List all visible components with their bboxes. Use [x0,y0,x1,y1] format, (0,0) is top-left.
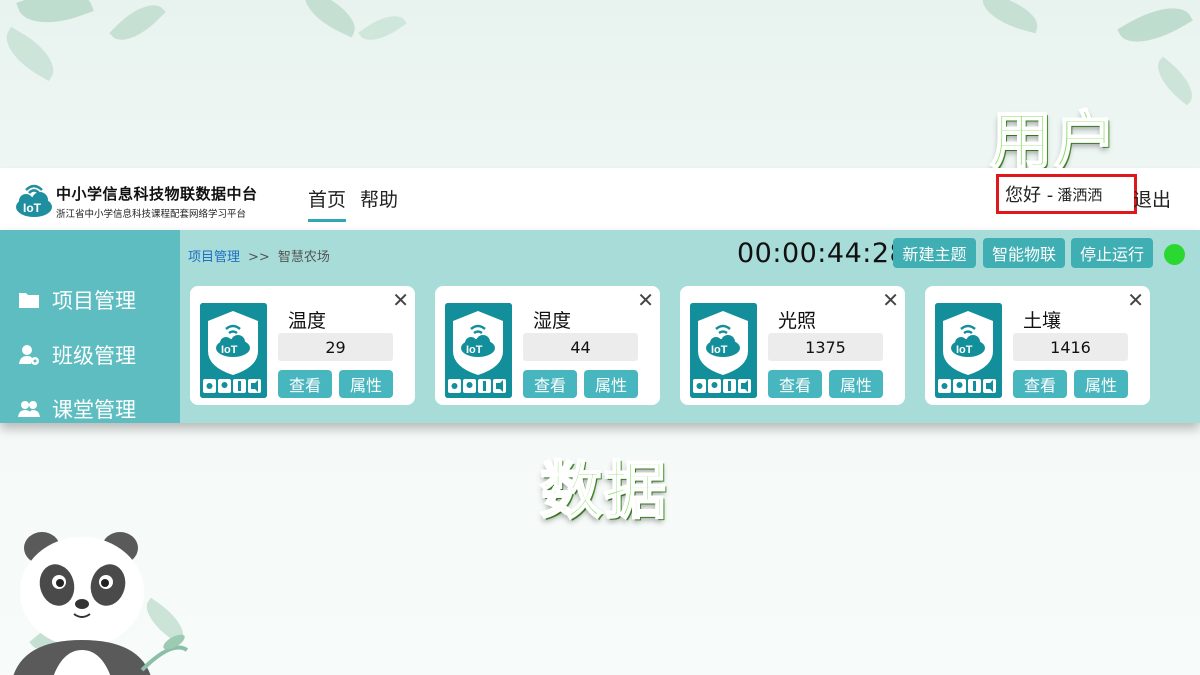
view-button[interactable]: 查看 [1013,370,1067,398]
iot-logo-icon: IoT [16,184,52,217]
leaf-decoration [977,0,1043,34]
sidebar-item-classes[interactable]: 班级管理 [18,340,136,370]
sensor-value: 29 [278,333,393,361]
breadcrumb: 项目管理 >> 智慧农场 [188,246,330,265]
sensor-value: 1416 [1013,333,1128,361]
sensor-name: 湿度 [533,310,572,332]
sensor-value: 44 [523,333,638,361]
logout-link[interactable]: 退出 [1133,185,1171,212]
breadcrumb-separator: >> [248,250,270,265]
users-icon [18,401,40,417]
svg-text:IoT: IoT [711,344,728,356]
stop-running-button[interactable]: 停止运行 [1071,238,1153,268]
leaf-decoration [358,6,407,50]
sensor-name: 温度 [288,310,327,332]
platform-subtitle: 浙江省中小学信息科技课程配套网络学习平台 [56,209,247,220]
run-timer: 00:00:44:28 [737,238,908,269]
svg-text:IoT: IoT [956,344,973,356]
nav-help[interactable]: 帮助 [360,185,398,222]
greeting-text: 您好 - [1005,185,1054,206]
close-icon[interactable]: ✕ [637,288,654,312]
new-topic-button[interactable]: 新建主题 [893,238,976,268]
iot-sensor-icon: IoT [445,303,512,398]
view-button[interactable]: 查看 [523,370,577,398]
sidebar-item-label: 项目管理 [52,289,136,313]
main-panel: 项目管理 班级管理 课堂管理 项目管理 >> 智慧农场 00:00:44:28 新建… [0,230,1200,423]
iot-sensor-icon: IoT [935,303,1002,398]
breadcrumb-current: 智慧农场 [277,250,330,265]
leaf-decoration [1117,0,1193,56]
svg-text:IoT: IoT [221,344,238,356]
leaf-decoration [16,0,94,35]
close-icon[interactable]: ✕ [882,288,899,312]
folder-icon [19,293,39,308]
panda-illustration [13,532,189,675]
sensor-value: 1375 [768,333,883,361]
leaf-decoration [297,0,363,38]
properties-button[interactable]: 属性 [584,370,638,398]
sensor-card-humidity[interactable]: ✕ IoT 湿度 44 查看 属性 [435,286,660,405]
iot-sensor-icon: IoT [690,303,757,398]
data-annotation-label: 数据 [539,453,669,528]
nav-home[interactable]: 首页 [308,185,347,222]
sidebar-item-label: 班级管理 [52,344,136,368]
user-greeting-box: 您好 - 潘洒洒 [996,174,1137,214]
sensor-name: 光照 [778,310,817,332]
sidebar: 项目管理 班级管理 课堂管理 [0,230,180,423]
sidebar-item-projects[interactable]: 项目管理 [18,285,136,315]
sensor-card-light[interactable]: ✕ IoT 光照 1375 查看 属性 [680,286,905,405]
close-icon[interactable]: ✕ [1127,288,1144,312]
properties-button[interactable]: 属性 [339,370,393,398]
smart-iot-button[interactable]: 智能物联 [983,238,1065,268]
properties-button[interactable]: 属性 [1074,370,1128,398]
sidebar-item-classroom[interactable]: 课堂管理 [18,394,136,424]
leaf-decoration [1148,56,1200,106]
view-button[interactable]: 查看 [768,370,822,398]
svg-text:IoT: IoT [466,344,483,356]
leaf-decoration [109,0,166,51]
sensor-card-temperature[interactable]: ✕ IoT 温度 29 查看 属性 [190,286,415,405]
breadcrumb-root-link[interactable]: 项目管理 [188,250,240,265]
close-icon[interactable]: ✕ [392,288,409,312]
leaf-decoration [0,26,63,82]
user-annotation-label: 用户 [989,103,1119,178]
sensor-card-soil[interactable]: ✕ IoT 土壤 1416 查看 属性 [925,286,1150,405]
status-indicator-dot [1164,244,1185,265]
username: 潘洒洒 [1057,185,1103,204]
iot-sensor-icon: IoT [200,303,267,398]
user-gear-icon [19,345,39,365]
properties-button[interactable]: 属性 [829,370,883,398]
top-nav: 首页 帮助 [308,185,398,222]
platform-title: 中小学信息科技物联数据中台 [56,185,258,203]
sensor-name: 土壤 [1023,310,1062,332]
svg-text:IoT: IoT [23,201,42,215]
top-header: IoT 中小学信息科技物联数据中台 浙江省中小学信息科技课程配套网络学习平台 首… [0,168,1200,230]
view-button[interactable]: 查看 [278,370,332,398]
sidebar-item-label: 课堂管理 [52,398,136,422]
